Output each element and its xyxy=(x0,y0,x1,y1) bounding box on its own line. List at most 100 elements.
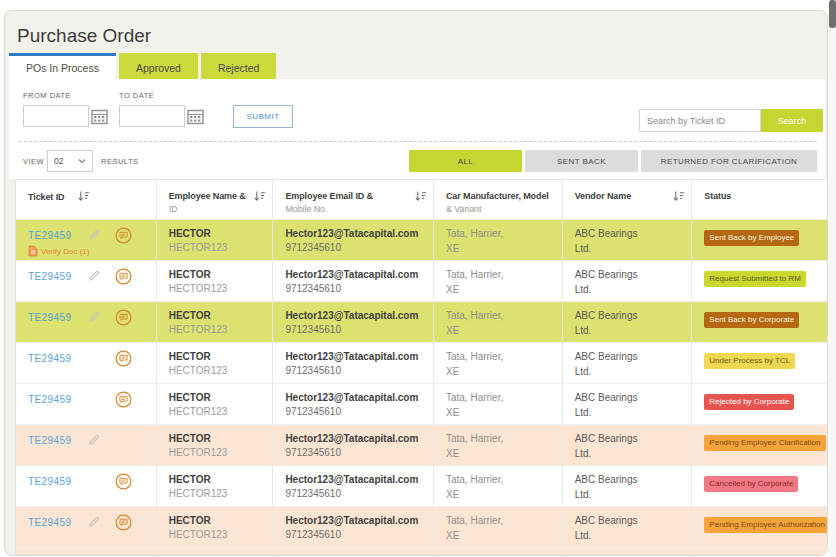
cell-ticket: TE29459 Verify Doc (1) xyxy=(16,220,156,260)
cell-car: Tata, Harrier,XE xyxy=(433,425,562,465)
table-row: TE29459HECTORHECTOR123Hector123@Tatacapi… xyxy=(16,343,828,384)
search-button[interactable]: Search xyxy=(761,109,823,132)
cell-email: Hector123@Tatacapital.com9712345610 xyxy=(272,261,433,301)
ticket-id-link[interactable]: TE29459 xyxy=(28,230,71,241)
cell-status: Pending Employee Clarification xyxy=(691,425,828,465)
column-header-status: Status xyxy=(691,180,828,219)
cell-employee-name: HECTORHECTOR123 xyxy=(156,548,273,556)
cell-ticket: TE29459 xyxy=(16,343,156,383)
status-badge: Sent Back by Employee xyxy=(704,230,799,246)
edit-pencil-icon[interactable] xyxy=(88,516,100,528)
cell-email: Hector123@Tatacapital.com9712345610 xyxy=(272,220,433,260)
sort-icon[interactable] xyxy=(254,190,266,206)
edit-pencil-icon[interactable] xyxy=(88,434,100,446)
column-header-employee-email-id[interactable]: Employee Email ID &Mobile No. xyxy=(272,180,433,219)
cell-car: Tata, Harrier,XE xyxy=(433,220,562,260)
status-badge: Pending Employee Clarification xyxy=(704,435,825,451)
cell-ticket: TE29459 xyxy=(16,425,156,465)
ticket-id-link[interactable]: TE29459 xyxy=(28,435,71,446)
edit-pencil-icon[interactable] xyxy=(88,311,100,323)
document-icon xyxy=(28,245,38,259)
comment-icon[interactable] xyxy=(115,391,132,408)
status-badge: Under Process by TCL xyxy=(704,353,795,369)
cell-ticket: TE29459 xyxy=(16,507,156,547)
cell-car: Tata, Harrier,XE xyxy=(433,466,562,506)
comment-icon[interactable] xyxy=(115,227,132,244)
cell-vendor: ABC BearingsLtd. xyxy=(562,302,692,342)
cell-vendor: ABC BearingsLtd. xyxy=(562,425,692,465)
cell-ticket: TE29459 xyxy=(16,302,156,342)
column-header-ticket-id[interactable]: Ticket ID xyxy=(16,180,156,219)
from-date-input[interactable] xyxy=(23,105,89,127)
tab-approved[interactable]: Approved xyxy=(119,53,198,79)
verify-doc-link[interactable]: Verify Doc (1) xyxy=(28,245,156,258)
results-label: RESULTS xyxy=(101,157,139,166)
filter-sent-back[interactable]: SENT BACK xyxy=(525,150,638,172)
cell-car: Tata, Harrier,XE xyxy=(433,302,562,342)
cell-email: Hector123@Tatacapital.com9712345610 xyxy=(272,302,433,342)
comment-icon[interactable] xyxy=(115,514,132,531)
filter-panel: FROM DATE TO DATE SUBMIT Search by Ticke… xyxy=(9,79,825,179)
view-count-select[interactable]: 02 xyxy=(47,150,93,172)
to-date-label: TO DATE xyxy=(119,91,154,100)
cell-car: Tata, Harrier,XE xyxy=(433,261,562,301)
table-row: TE29459HECTORHECTOR123Hector123@Tatacapi… xyxy=(16,384,828,425)
ticket-id-link[interactable]: TE29459 xyxy=(28,476,71,487)
scrollbar-thumb[interactable] xyxy=(829,0,836,28)
cell-car: Tata, Harrier,XE xyxy=(433,384,562,424)
tab-pos-in-process[interactable]: POs In Process xyxy=(9,53,116,79)
edit-pencil-icon[interactable] xyxy=(88,229,100,241)
cell-status: Sent Back by Corporate xyxy=(691,302,828,342)
cell-car: Tata, Harrier,XE xyxy=(433,343,562,383)
submit-button[interactable]: SUBMIT xyxy=(233,105,293,128)
cell-car: Tata, Harrier,XE xyxy=(433,548,562,556)
filter-all[interactable]: ALL xyxy=(409,150,522,172)
filter-returned-for-clarification[interactable]: RETURNED FOR CLARIFICATION xyxy=(641,150,817,172)
cell-employee-name: HECTORHECTOR123 xyxy=(156,466,273,506)
ticket-id-link[interactable]: TE29459 xyxy=(28,271,71,282)
comment-icon[interactable] xyxy=(115,555,132,557)
edit-pencil-icon[interactable] xyxy=(88,270,100,282)
comment-icon[interactable] xyxy=(115,350,132,367)
tab-rejected[interactable]: Rejected xyxy=(201,53,276,79)
cell-email: Hector123@Tatacapital.com9712345610 xyxy=(272,384,433,424)
sort-icon[interactable] xyxy=(78,194,90,204)
chevron-down-icon xyxy=(78,158,86,164)
cell-ticket: TE29459 xyxy=(16,261,156,301)
search-input[interactable]: Search by Ticket ID xyxy=(639,109,761,132)
cell-vendor: ABC BearingsLtd. xyxy=(562,261,692,301)
po-table: Ticket IDEmployee Name &IDEmployee Email… xyxy=(15,179,828,556)
table-row: TE29459HECTORHECTOR123Hector123@Tatacapi… xyxy=(16,548,828,556)
comment-icon[interactable] xyxy=(115,473,132,490)
sort-icon[interactable] xyxy=(673,190,685,206)
cell-employee-name: HECTORHECTOR123 xyxy=(156,302,273,342)
column-header-employee-name[interactable]: Employee Name &ID xyxy=(156,180,273,219)
to-date-input[interactable] xyxy=(119,105,185,127)
page-title: Purchase Order xyxy=(17,25,151,47)
view-label: VIEW xyxy=(23,157,44,166)
purchase-order-card: Purchase Order POs In ProcessApprovedRej… xyxy=(4,10,828,556)
ticket-id-link[interactable]: TE29459 xyxy=(28,312,71,323)
cell-email: Hector123@Tatacapital.com9712345610 xyxy=(272,507,433,547)
scrollbar[interactable] xyxy=(829,0,836,557)
cell-ticket: TE29459 xyxy=(16,548,156,556)
column-header-vendor-name[interactable]: Vendor Name xyxy=(562,180,692,219)
cell-vendor: ABC BearingsLtd. xyxy=(562,220,692,260)
cell-status: Cancelled by Corporate xyxy=(691,466,828,506)
ticket-id-link[interactable]: TE29459 xyxy=(28,353,71,364)
cell-status: Pending Corporate Authorization xyxy=(691,548,828,556)
status-badge: Cancelled by Corporate xyxy=(704,476,798,492)
cell-vendor: ABC BearingsLtd. xyxy=(562,466,692,506)
cell-status: Request Submitted to RM xyxy=(691,261,828,301)
comment-icon[interactable] xyxy=(115,268,132,285)
status-badge: Pending Employee Authorization xyxy=(704,517,828,533)
to-date-calendar-icon[interactable] xyxy=(187,108,204,125)
comment-icon[interactable] xyxy=(115,309,132,326)
ticket-id-link[interactable]: TE29459 xyxy=(28,394,71,405)
ticket-id-link[interactable]: TE29459 xyxy=(28,517,71,528)
cell-employee-name: HECTORHECTOR123 xyxy=(156,343,273,383)
table-row: TE29459HECTORHECTOR123Hector123@Tatacapi… xyxy=(16,466,828,507)
sort-icon[interactable] xyxy=(415,190,427,206)
cell-ticket: TE29459 xyxy=(16,466,156,506)
from-date-calendar-icon[interactable] xyxy=(91,108,108,125)
